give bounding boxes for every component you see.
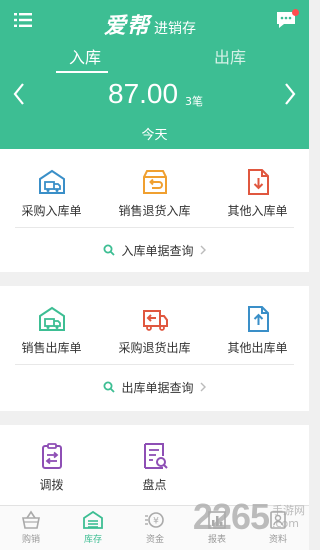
inbound-query-label: 入库单据查询 [121,243,194,258]
header: 爱帮 进销存 入库 出库 87.00 3笔 今天 [0,0,309,149]
tab-inbound[interactable]: 入库 [45,44,125,68]
app-brand: 爱帮 进销存 [104,8,196,40]
nav-label: 购销 [21,535,40,545]
return-box-icon [142,170,167,194]
nav-label: 资料 [268,535,287,545]
transfer-button[interactable]: 调拨 [0,441,103,493]
tab-bar: 入库 出库 [0,44,309,73]
inventory-check-button[interactable]: 盘点 [103,441,206,493]
action-label: 其他入库单 [227,204,288,218]
transfer-clipboard-icon [41,443,62,469]
notification-dot [292,9,299,16]
action-label: 其他出库单 [227,341,288,355]
sales-outbound-button[interactable]: 销售出库单 [0,304,103,356]
inventory-check-icon [143,443,168,469]
outbound-actions: 销售出库单 采购退货出库 其他出库单 [0,286,309,364]
total-amount: 87.00 [108,78,179,109]
nav-reports[interactable]: 报表 [186,510,248,545]
nav-label: 资金 [145,535,164,545]
outbound-query-label: 出库单据查询 [121,380,194,395]
money-icon: ¥ [145,512,164,528]
action-label: 盘点 [142,478,167,492]
other-inbound-button[interactable]: 其他入库单 [206,167,309,219]
chevron-right-icon [200,382,206,392]
basket-icon [22,510,40,529]
chevron-left-icon[interactable] [12,82,26,106]
tab-active-indicator [56,71,108,73]
brand-subtitle: 进销存 [154,21,197,37]
brand-logo: 爱帮 [104,14,151,39]
bottom-nav: 购销 库存 ¥ 资金 报表 资料 [0,505,309,550]
nav-funds[interactable]: ¥ 资金 [124,510,186,545]
action-label: 采购入库单 [21,204,82,218]
order-count: 3笔 [185,95,203,108]
upload-document-icon [247,306,269,332]
other-outbound-button[interactable]: 其他出库单 [206,304,309,356]
nav-inventory[interactable]: 库存 [62,510,124,545]
purchase-return-outbound-button[interactable]: 采购退货出库 [103,304,206,356]
action-label: 调拨 [39,478,64,492]
action-label: 销售退货入库 [118,204,191,218]
truck-warehouse-icon [38,169,65,194]
nav-purchase-sales[interactable]: 购销 [0,510,62,545]
chevron-right-icon[interactable] [283,82,297,106]
return-truck-icon [142,310,168,331]
report-icon [208,511,226,529]
sales-return-inbound-button[interactable]: 销售退货入库 [103,167,206,219]
warehouse-icon [83,510,103,529]
top-bar: 爱帮 进销存 [0,0,309,42]
outbound-section: 销售出库单 采购退货出库 其他出库单 出库单据查询 [0,286,309,411]
download-document-icon [247,169,269,195]
nav-label: 库存 [83,535,102,545]
action-label: 销售出库单 [21,341,82,355]
outbound-query-link[interactable]: 出库单据查询 [0,365,309,409]
svg-text:¥: ¥ [153,517,159,527]
inbound-query-link[interactable]: 入库单据查询 [0,228,309,272]
amount-summary: 87.00 3笔 [0,78,309,118]
action-label: 采购退货出库 [118,341,191,355]
misc-section: 调拨 盘点 [0,425,309,505]
nav-label: 报表 [207,535,226,545]
purchase-inbound-button[interactable]: 采购入库单 [0,167,103,219]
chevron-right-icon [200,245,206,255]
search-icon [103,381,116,393]
search-icon [103,244,116,256]
menu-icon[interactable] [14,12,32,28]
inbound-section: 采购入库单 销售退货入库 其他入库单 入库单据查询 [0,149,309,272]
profile-icon [270,511,286,529]
nav-profile[interactable]: 资料 [247,510,309,545]
date-label: 今天 [141,128,168,143]
delivery-truck-icon [38,306,65,331]
inbound-actions: 采购入库单 销售退货入库 其他入库单 [0,149,309,227]
tab-outbound[interactable]: 出库 [190,44,270,68]
